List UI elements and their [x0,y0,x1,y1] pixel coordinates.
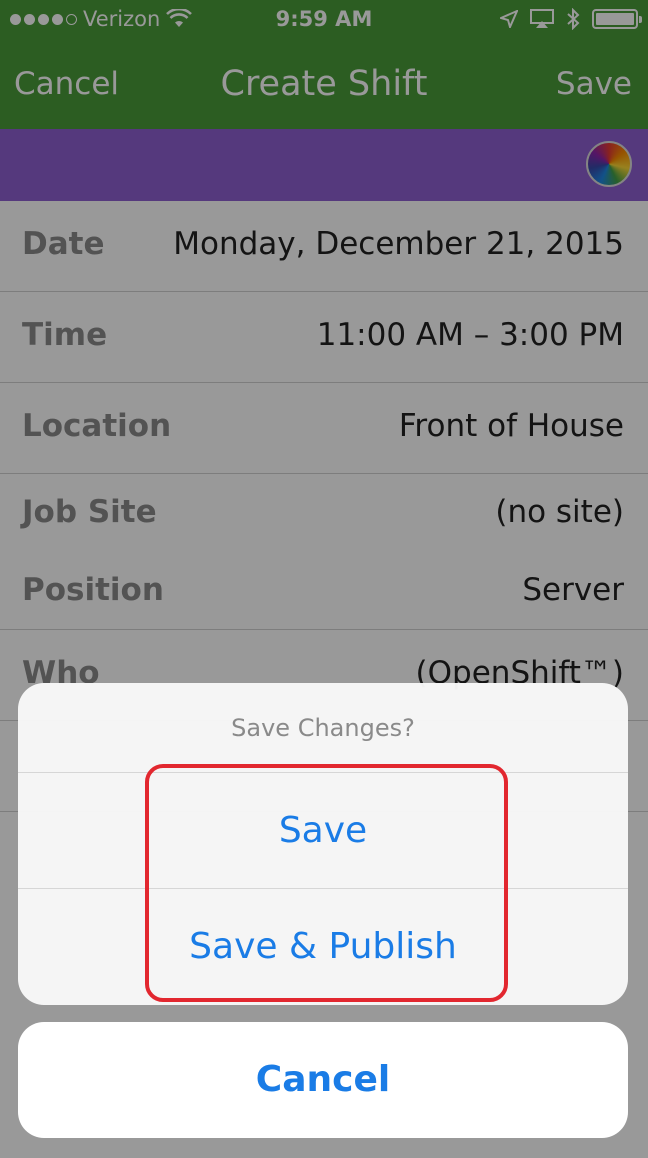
save-and-publish-button[interactable]: Save & Publish [18,889,628,1005]
cancel-button[interactable]: Cancel [18,1022,628,1138]
action-sheet-title: Save Changes? [18,683,628,773]
save-button[interactable]: Save [18,773,628,889]
action-sheet: Save Changes? Save Save & Publish [18,683,628,1005]
